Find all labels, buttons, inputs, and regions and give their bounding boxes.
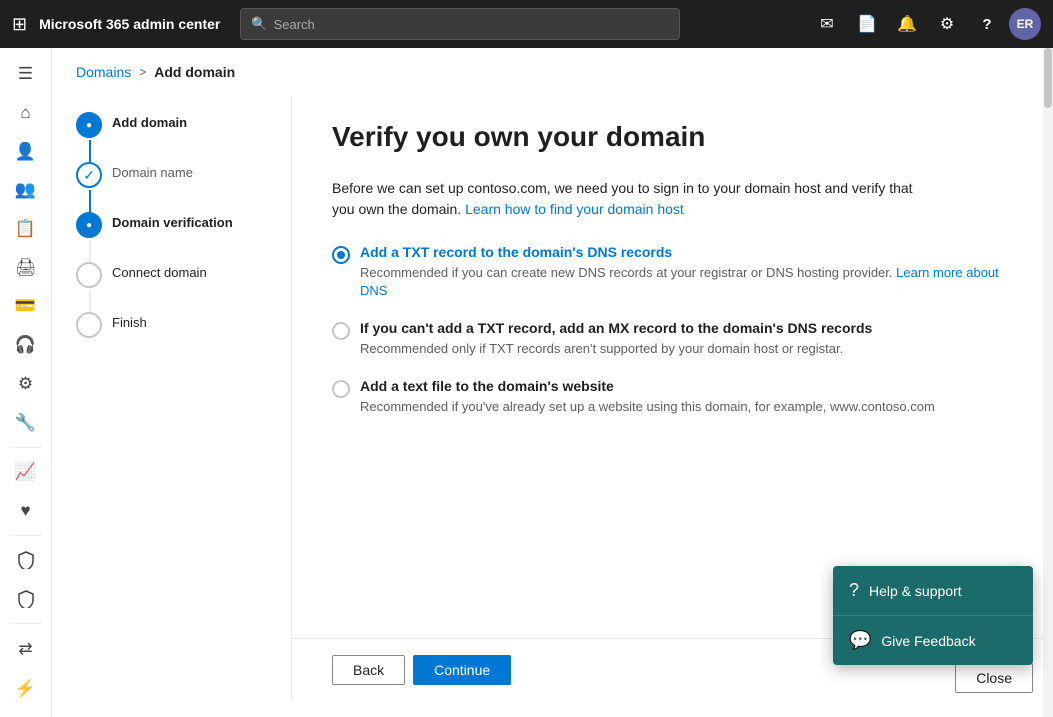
nav-icons-group: ✉ 📄 🔔 ⚙ ? ER: [809, 6, 1041, 42]
breadcrumb-current: Add domain: [154, 64, 235, 80]
step-connector-3: [89, 240, 91, 264]
radio-desc-mx: Recommended only if TXT records aren't s…: [360, 340, 1013, 358]
radio-title-file[interactable]: Add a text file to the domain's website: [360, 378, 1013, 394]
step-domain-verification: ● Domain verification: [76, 212, 267, 238]
breadcrumb-separator: >: [139, 65, 146, 79]
sidebar-item-users[interactable]: 👤: [4, 133, 48, 170]
help-support-label: Help & support: [869, 583, 962, 599]
sidebar-item-group[interactable]: 👥: [4, 172, 48, 209]
step-label-domain-name: Domain name: [112, 162, 193, 180]
step-circle-4: [76, 262, 102, 288]
help-support-item[interactable]: ? Help & support: [833, 566, 1033, 615]
step-label-finish: Finish: [112, 312, 147, 330]
close-button[interactable]: Close: [955, 663, 1033, 693]
radio-option-file: Add a text file to the domain's website …: [332, 378, 1013, 416]
sidebar-divider: [10, 447, 42, 448]
doc-icon-btn[interactable]: 📄: [849, 6, 885, 42]
sidebar-item-shield1[interactable]: [4, 542, 48, 579]
scroll-thumb[interactable]: [1044, 48, 1052, 108]
sidebar-item-home[interactable]: ⌂: [4, 95, 48, 132]
scrollbar[interactable]: [1043, 48, 1053, 717]
radio-desc-txt: Recommended if you can create new DNS re…: [360, 264, 1013, 300]
popup-menu: ? Help & support 💬 Give Feedback: [833, 566, 1033, 665]
sidebar-item-support[interactable]: 🎧: [4, 327, 48, 364]
give-feedback-item[interactable]: 💬 Give Feedback: [833, 615, 1033, 665]
step-circle-1: ●: [76, 112, 102, 138]
sidebar-item-printer[interactable]: 🖨: [4, 249, 48, 286]
step-circle-5: [76, 312, 102, 338]
continue-button[interactable]: Continue: [413, 655, 511, 685]
avatar[interactable]: ER: [1009, 8, 1041, 40]
radio-btn-txt[interactable]: [332, 246, 350, 264]
step-connect-domain: Connect domain: [76, 262, 267, 288]
sidebar-item-tools[interactable]: 🔧: [4, 404, 48, 441]
step-domain-name: ✓ Domain name: [76, 162, 267, 188]
sidebar-item-reports[interactable]: 📈: [4, 454, 48, 491]
search-box[interactable]: 🔍: [240, 8, 680, 40]
step-connector-1: [89, 140, 91, 164]
step-circle-2: ✓: [76, 162, 102, 188]
wizard-steps: ● Add domain ✓ Domain name ● Domain: [52, 96, 292, 701]
sidebar-bottom: ⚡: [4, 669, 48, 709]
sidebar-divider-2: [10, 535, 42, 536]
radio-title-txt[interactable]: Add a TXT record to the domain's DNS rec…: [360, 244, 1013, 260]
radio-btn-file[interactable]: [332, 380, 350, 398]
domain-host-link[interactable]: Learn how to find your domain host: [465, 201, 684, 217]
top-nav: ⊞ Microsoft 365 admin center 🔍 ✉ 📄 🔔 ⚙ ?…: [0, 0, 1053, 48]
give-feedback-label: Give Feedback: [881, 633, 975, 649]
step-circle-3: ●: [76, 212, 102, 238]
radio-option-mx: If you can't add a TXT record, add an MX…: [332, 320, 1013, 358]
sidebar-item-settings[interactable]: ⚙: [4, 366, 48, 403]
bell-icon-btn[interactable]: 🔔: [889, 6, 925, 42]
sidebar-item-billing[interactable]: 💳: [4, 288, 48, 325]
step-label-connect-domain: Connect domain: [112, 262, 207, 280]
radio-option-txt: Add a TXT record to the domain's DNS rec…: [332, 244, 1013, 300]
app-title: Microsoft 365 admin center: [39, 16, 220, 32]
breadcrumb: Domains > Add domain: [52, 48, 1053, 88]
email-icon-btn[interactable]: ✉: [809, 6, 845, 42]
sidebar-item-menu[interactable]: ☰: [4, 56, 48, 93]
sidebar-item-exchange[interactable]: ⇄: [4, 630, 48, 667]
close-area: Close: [955, 663, 1033, 693]
sidebar-item-lightning[interactable]: ⚡: [4, 669, 48, 709]
sidebar: ☰ ⌂ 👤 👥 📋 🖨 💳 🎧 ⚙ 🔧 📈 ♥ ⇄ ⚡: [0, 48, 52, 717]
radio-desc-txt-text: Recommended if you can create new DNS re…: [360, 265, 893, 280]
sidebar-divider-3: [10, 623, 42, 624]
content-area: Verify you own your domain Before we can…: [292, 96, 1053, 630]
radio-content-file: Add a text file to the domain's website …: [360, 378, 1013, 416]
sidebar-item-contacts[interactable]: 📋: [4, 211, 48, 248]
radio-title-mx[interactable]: If you can't add a TXT record, add an MX…: [360, 320, 1013, 336]
gear-icon-btn[interactable]: ⚙: [929, 6, 965, 42]
feedback-icon: 💬: [849, 630, 871, 651]
description: Before we can set up contoso.com, we nee…: [332, 178, 932, 220]
grid-icon[interactable]: ⊞: [12, 14, 27, 35]
radio-content-mx: If you can't add a TXT record, add an MX…: [360, 320, 1013, 358]
search-icon: 🔍: [251, 16, 267, 32]
sidebar-item-health[interactable]: ♥: [4, 492, 48, 529]
sidebar-item-shield2[interactable]: [4, 581, 48, 618]
help-support-icon: ?: [849, 580, 859, 601]
back-button[interactable]: Back: [332, 655, 405, 685]
page-title: Verify you own your domain: [332, 120, 1013, 154]
step-label-domain-verification: Domain verification: [112, 212, 233, 230]
breadcrumb-domains-link[interactable]: Domains: [76, 64, 131, 80]
radio-content-txt: Add a TXT record to the domain's DNS rec…: [360, 244, 1013, 300]
step-finish: Finish: [76, 312, 267, 338]
step-connector-4: [89, 290, 91, 314]
radio-desc-file: Recommended if you've already set up a w…: [360, 398, 1013, 416]
step-add-domain: ● Add domain: [76, 112, 267, 138]
step-label-add-domain: Add domain: [112, 112, 187, 130]
radio-btn-mx[interactable]: [332, 322, 350, 340]
step-connector-2: [89, 190, 91, 214]
search-input[interactable]: [274, 17, 670, 32]
help-icon-btn[interactable]: ?: [969, 6, 1005, 42]
